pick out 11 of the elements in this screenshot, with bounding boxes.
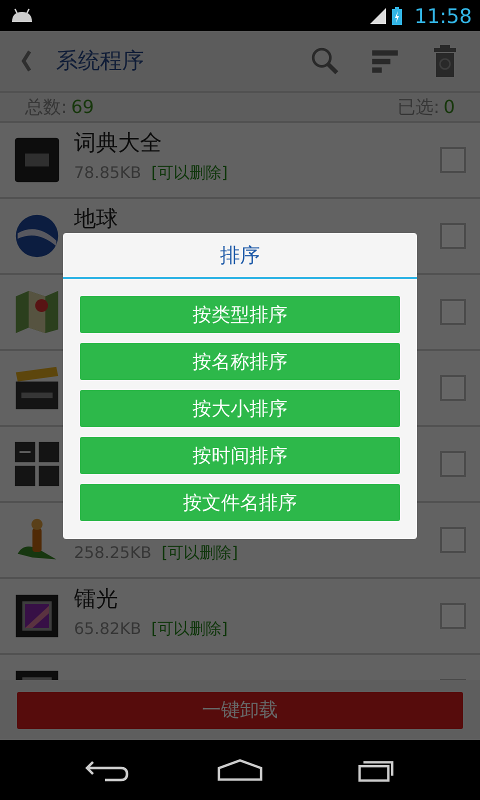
app-name: 镭光 <box>74 586 119 614</box>
selected-count: 0 <box>444 96 455 118</box>
removable-tag: [可以删除] <box>151 619 228 639</box>
total-count: 69 <box>71 96 94 118</box>
removable-tag: [可以删除] <box>151 163 228 183</box>
screen-title: 系统程序 <box>56 48 144 76</box>
app-name: 地球 <box>74 206 119 234</box>
removable-tag: [可以删除] <box>161 543 238 563</box>
dialog-title: 排序 <box>63 233 417 279</box>
status-time: 11:58 <box>414 4 472 28</box>
app-name: 词典大全 <box>74 130 163 158</box>
